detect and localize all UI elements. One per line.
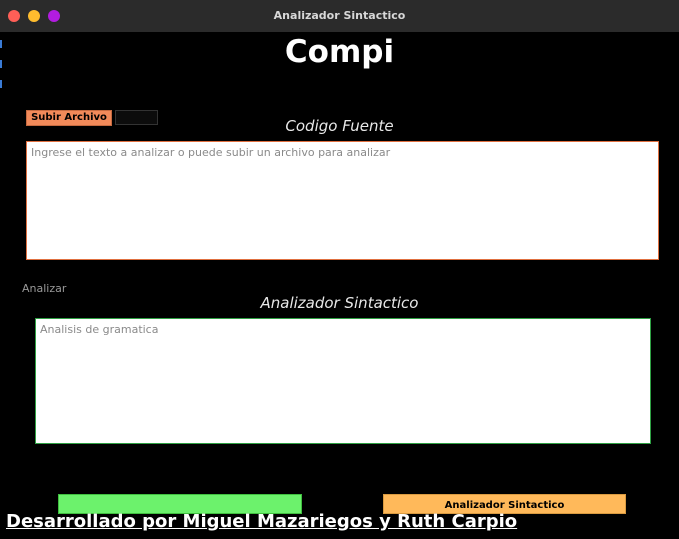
window-titlebar: Analizador Sintactico: [0, 0, 679, 32]
footer-credits: Desarrollado por Miguel Mazariegos y Rut…: [6, 511, 518, 532]
window-title: Analizador Sintactico: [273, 9, 406, 22]
source-code-label: Codigo Fuente: [285, 117, 394, 135]
page-title: Compi: [284, 34, 395, 70]
syntax-analyzer-label: Analizador Sintactico: [260, 294, 419, 312]
grammar-analysis-output[interactable]: [35, 318, 651, 444]
source-code-input[interactable]: [26, 141, 659, 260]
